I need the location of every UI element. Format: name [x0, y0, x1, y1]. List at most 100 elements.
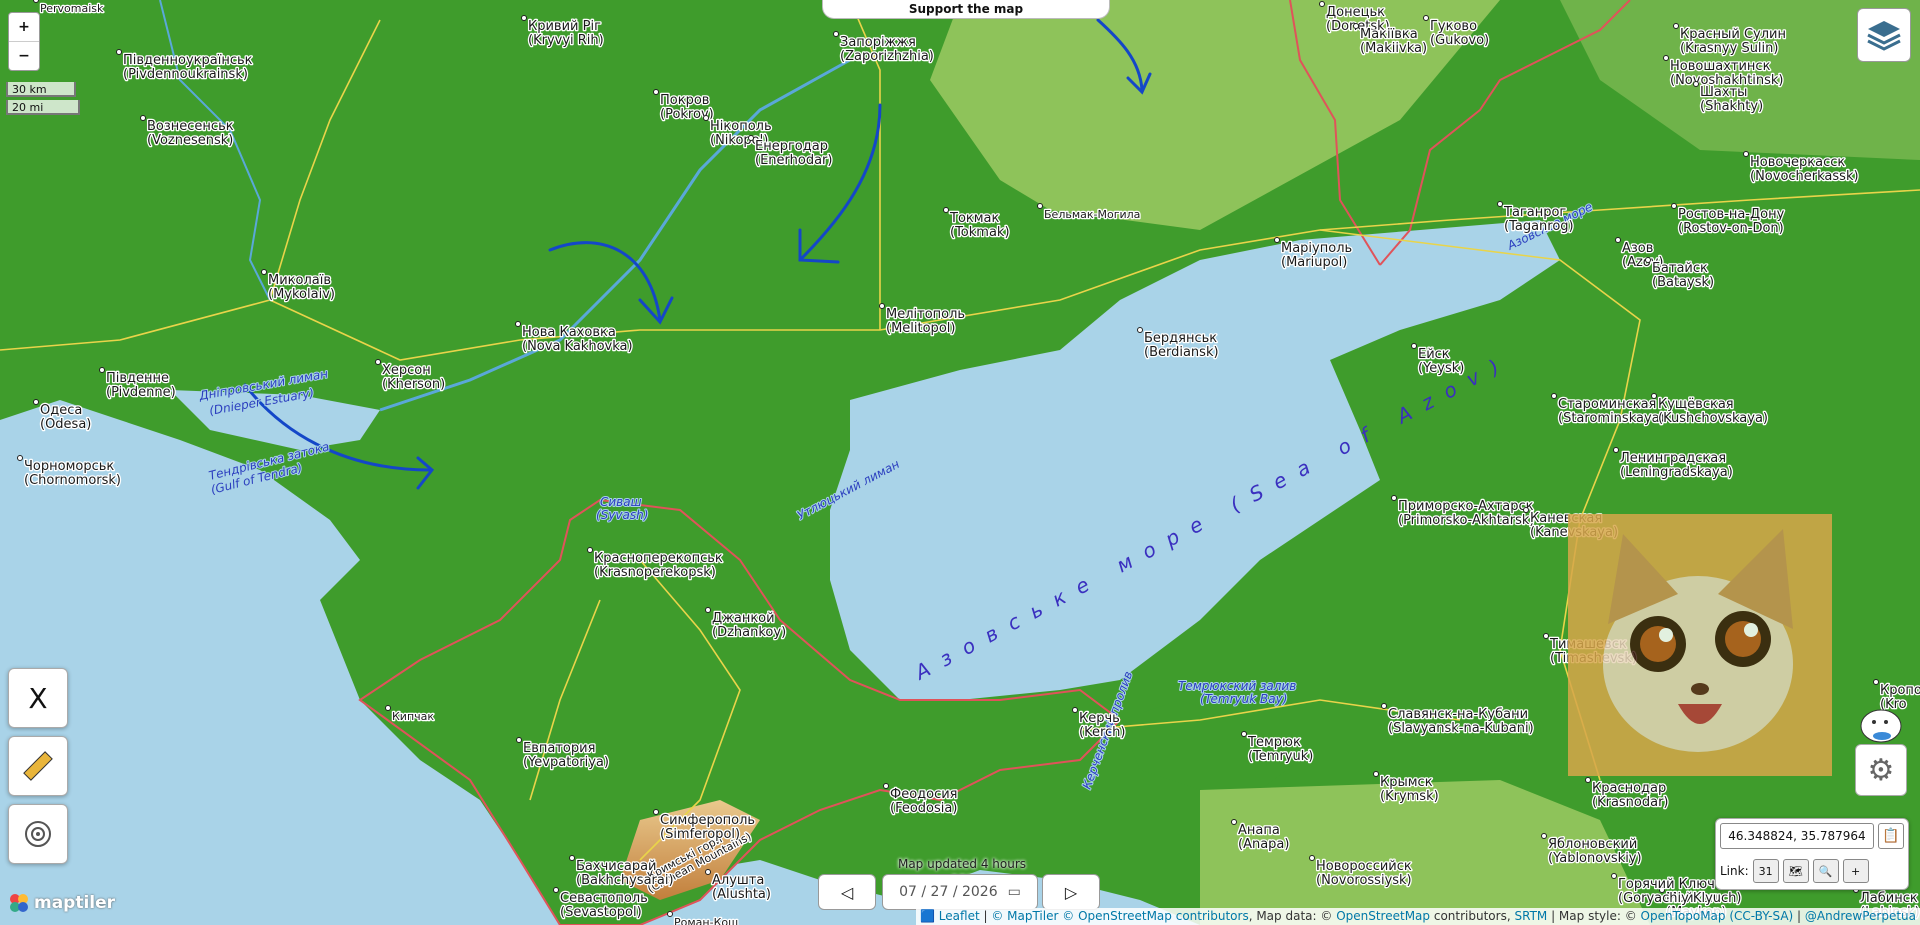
clipboard-icon: 📋 [1882, 828, 1900, 844]
place-label: Анапа [1238, 823, 1280, 838]
place-label-latin: (Bataysk) [1652, 275, 1714, 290]
place-marker [1381, 703, 1387, 709]
place-label-latin: (Melitopol) [886, 321, 955, 336]
copy-clipboard-button[interactable]: 📋 [1878, 823, 1904, 849]
place-label: Запоріжжя [840, 35, 916, 50]
place-label: Шахты [1700, 85, 1747, 100]
place-marker [1651, 393, 1657, 399]
place-label-latin: (Taganrog) [1504, 219, 1574, 234]
place-label-latin: (Voznesensk) [147, 133, 233, 148]
next-date-button[interactable]: ▷ [1042, 874, 1100, 910]
x-share-button[interactable]: X [8, 668, 68, 728]
zoom-in-button[interactable]: + [9, 13, 39, 42]
license-link[interactable]: (CC-BY-SA) [1729, 909, 1793, 923]
opentopomap-link[interactable]: OpenTopoMap [1641, 909, 1726, 923]
maptiler-logo[interactable]: maptiler [8, 890, 115, 916]
place-label-latin: (Slavyansk-na-Kubani) [1388, 721, 1534, 736]
place-label-latin: (Simferopol) [660, 827, 740, 842]
maptiler-link[interactable]: © MapTiler [991, 909, 1058, 923]
place-marker [1673, 23, 1679, 29]
date-picker[interactable]: 07 / 27 / 2026 ▭ [882, 874, 1038, 910]
maptiler-wordmark: maptiler [34, 893, 116, 913]
place-label-latin: (Sevastopol) [560, 905, 642, 920]
map-canvas[interactable]: Азовське море (Sea of Azov) Дніпровський… [0, 0, 1920, 925]
maptiler-icon [10, 894, 28, 912]
place-label: Севастополь [560, 891, 648, 906]
support-banner[interactable]: Support the map [822, 0, 1110, 19]
place-marker [833, 31, 839, 37]
place-label: Макіївка [1360, 27, 1418, 42]
place-marker [748, 135, 754, 141]
place-label: Староминская [1558, 397, 1656, 412]
locate-button[interactable] [8, 804, 68, 864]
place-label-latin: (Novorossiysk) [1316, 873, 1412, 888]
ukraine-flag-icon: 🟦 [920, 909, 935, 923]
zoom-link-button[interactable]: 🔍 [1812, 859, 1839, 883]
place-label-latin: (Anapa) [1238, 837, 1289, 852]
coordinates-field[interactable]: 46.348824, 35.787964 [1720, 823, 1874, 849]
place-label-latin: (Enerhodar) [755, 153, 832, 168]
water-label: Темрюкский залив [1178, 679, 1296, 693]
crosshair-link-button[interactable]: + [1842, 859, 1869, 883]
place-marker [1645, 257, 1651, 263]
place-label-latin: (Starominskaya) [1558, 411, 1665, 426]
place-label-latin: (Rostov-on-Don) [1678, 221, 1784, 236]
date-value: 07 / 27 / 2026 [899, 884, 998, 900]
srtm-link[interactable]: SRTM [1514, 909, 1547, 923]
place-marker [1241, 731, 1247, 737]
place-label-latin: (Yablonovskiy) [1548, 851, 1642, 866]
place-label-latin: (Mariupol) [1281, 255, 1347, 270]
settings-button[interactable]: ⚙ [1855, 744, 1907, 796]
osm-link-2[interactable]: OpenStreetMap [1336, 909, 1430, 923]
previous-date-button[interactable]: ◁ [818, 874, 876, 910]
zoom-out-button[interactable]: − [9, 42, 39, 70]
author-link[interactable]: @AndrewPerpetua [1805, 909, 1916, 923]
place-label-latin: (Zaporizhzhia) [840, 49, 934, 64]
place-marker [1137, 327, 1143, 333]
place-label: Енергодар [755, 139, 828, 154]
place-label-latin: (Berdiansk) [1144, 345, 1219, 360]
leaflet-link[interactable]: Leaflet [939, 909, 980, 923]
place-marker [1523, 507, 1529, 513]
place-marker [667, 911, 673, 917]
place-label-latin: (Kushchovskaya) [1658, 411, 1768, 426]
place-marker [1319, 1, 1325, 7]
place-marker [116, 49, 122, 55]
place-label: Чорноморськ [24, 459, 114, 474]
place-marker [1615, 237, 1621, 243]
layers-button[interactable] [1857, 8, 1911, 62]
place-label: Одеса [40, 403, 82, 418]
place-label: Вознесенськ [147, 119, 234, 134]
target-icon [25, 821, 51, 847]
place-marker [140, 115, 146, 121]
place-marker [1671, 203, 1677, 209]
mascot-icon [1860, 709, 1902, 743]
place-label-latin: (Tokmak) [950, 225, 1010, 240]
attribution-style-text: | Map style: © [1551, 909, 1637, 923]
place-label-latin: (Chornomorsk) [24, 473, 121, 488]
place-label: Кущёвская [1658, 397, 1734, 412]
map-link-button[interactable]: 🗺 [1782, 859, 1809, 883]
place-label-latin: (Krasnoperekopsk) [594, 565, 716, 580]
gear-icon: ⚙ [1867, 752, 1895, 788]
ruler-button[interactable] [8, 736, 68, 796]
place-label: Нікополь [710, 119, 772, 134]
place-marker [883, 783, 889, 789]
place-marker [521, 15, 527, 21]
scale-bar-mi: 20 mi [6, 100, 80, 115]
crosshair-icon: + [1851, 864, 1861, 878]
place-label: Краснодар [1592, 781, 1666, 796]
place-label: Ростов-на-Дону [1678, 207, 1785, 222]
overlay-cat-image[interactable] [1568, 514, 1832, 776]
place-label-latin: (Pivdenne) [106, 385, 176, 400]
place-label-latin: (Odesa) [40, 417, 91, 432]
calendar-link-button[interactable]: 31 [1752, 859, 1779, 883]
place-label: Темрюк [1247, 735, 1301, 750]
place-label-latin: (Kherson) [382, 377, 445, 392]
place-label-latin: (Bakhchysarai) [576, 873, 674, 888]
place-label-latin: (Gukovo) [1430, 33, 1489, 48]
place-label-latin: (Primorsko-Akhtarsk) [1398, 513, 1534, 528]
triangle-left-icon: ◁ [840, 882, 854, 902]
osm-link[interactable]: © OpenStreetMap contributors [1062, 909, 1248, 923]
place-label: Симферополь [660, 813, 755, 828]
